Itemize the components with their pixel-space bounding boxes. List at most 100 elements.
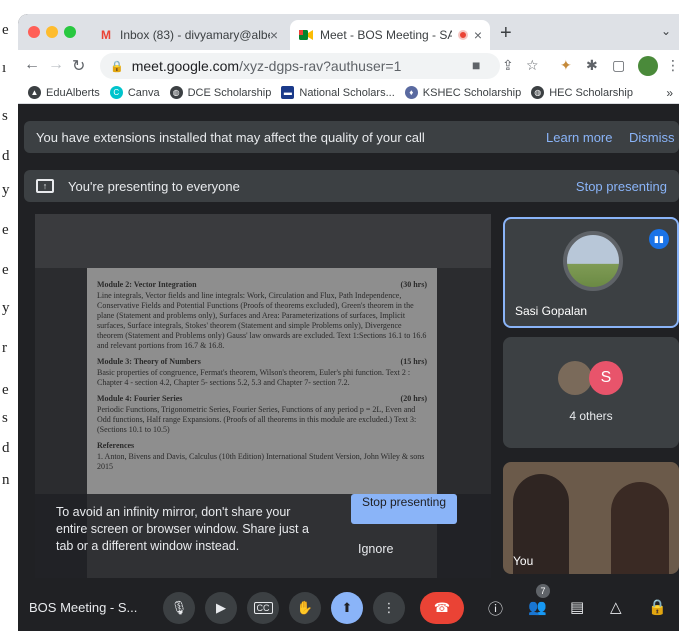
bookmark-label: HEC Scholarship (549, 86, 633, 99)
meeting-details-icon[interactable]: ⓘ (488, 598, 503, 619)
browser-window: M Inbox (83) - divyamary@albert × Meet -… (18, 14, 679, 631)
activities-icon[interactable]: △ (610, 598, 622, 616)
strip-char: d (2, 440, 10, 456)
self-label: You (513, 554, 534, 568)
self-video-tile[interactable]: You (503, 462, 679, 574)
strip-char: y (2, 300, 10, 316)
bookmark-kshec-scholarship[interactable]: ♦ KSHEC Scholarship (404, 86, 522, 99)
close-tab-icon[interactable]: × (474, 27, 482, 43)
gmail-icon: M (101, 28, 111, 42)
background-document-strip: e ı s d y e e y r e s d n (0, 0, 18, 631)
strip-char: e (2, 262, 9, 278)
bookmark-hec-scholarship[interactable]: ◍ HEC Scholarship (531, 86, 633, 99)
captions-button[interactable]: CC (247, 592, 279, 624)
url-host: meet.google.com (131, 58, 240, 74)
strip-char: ı (2, 60, 7, 76)
forward-arrow-icon[interactable]: → (48, 56, 64, 74)
ignore-button[interactable]: Ignore (358, 542, 393, 556)
strip-char: e (2, 382, 9, 398)
national-portal-icon: ▬ (281, 86, 295, 99)
presenting-banner: ↑ You're presenting to everyone Stop pre… (24, 170, 679, 202)
section-heading: Module 3: Theory of Numbers (15 hrs) (97, 357, 427, 367)
globe-icon: ◍ (169, 86, 183, 99)
tab-strip: M Inbox (83) - divyamary@albert × Meet -… (18, 14, 679, 50)
strip-char: s (2, 410, 8, 426)
leave-call-button[interactable]: ☎ (420, 592, 464, 624)
strip-char: y (2, 182, 10, 198)
globe-icon: ◍ (531, 86, 545, 99)
raise-hand-button[interactable]: ✋ (289, 592, 321, 624)
stop-presenting-button[interactable]: Stop presenting (351, 494, 457, 524)
people-count-badge: 7 (536, 584, 550, 598)
back-arrow-icon[interactable]: ← (24, 56, 40, 74)
section-heading: References (97, 441, 427, 451)
tab-title: Inbox (83) - divyamary@albert (120, 28, 270, 42)
bookmark-label: KSHEC Scholarship (422, 86, 522, 99)
strip-char: e (2, 22, 9, 38)
strip-char: s (2, 108, 8, 124)
bookmark-label: National Scholars... (299, 86, 395, 99)
camera-button[interactable]: ▶ (205, 592, 237, 624)
present-screen-icon: ⬆ (341, 600, 353, 615)
heading-text: Module 4: Fourier Series (97, 394, 183, 403)
more-options-button[interactable]: ⋮ (373, 592, 405, 624)
extension-icon[interactable]: ✦ (560, 57, 572, 74)
bookmark-canva[interactable]: C Canva (109, 86, 160, 99)
section-body: Basic properties of congruence, Fermat's… (97, 368, 411, 387)
menu-kebab-icon[interactable]: ⋮ (666, 57, 679, 74)
participant-tile-others[interactable]: S 4 others (503, 337, 679, 448)
learn-more-link[interactable]: Learn more (546, 130, 612, 145)
bookmark-national-scholarship[interactable]: ▬ National Scholars... (281, 86, 395, 99)
infinity-mirror-warning: To avoid an infinity mirror, don't share… (56, 505, 309, 553)
dismiss-button[interactable]: Dismiss (629, 130, 675, 145)
bookmark-star-icon[interactable]: ☆ (526, 57, 539, 74)
address-bar[interactable]: 🔒 meet.google.com/xyz-dgps-rav?authuser=… (100, 53, 500, 79)
camera-in-use-icon[interactable]: ■ (472, 57, 480, 73)
host-controls-lock-icon[interactable]: 🔒 (648, 598, 667, 616)
browser-toolbar: ← → ↻ 🔒 meet.google.com/xyz-dgps-rav?aut… (18, 50, 679, 82)
meeting-name: BOS Meeting - S... (29, 600, 138, 615)
heading-text: Module 2: Vector Integration (97, 280, 197, 289)
avatar (558, 361, 592, 395)
reload-icon[interactable]: ↻ (72, 56, 85, 76)
kshec-icon: ♦ (404, 86, 418, 99)
participant-name: Sasi Gopalan (515, 304, 588, 318)
extensions-puzzle-icon[interactable]: ✱ (586, 57, 598, 74)
speaking-indicator-icon: ▮▮ (649, 229, 669, 249)
participant-tile-sasi[interactable]: ▮▮ Sasi Gopalan (503, 217, 679, 328)
extensions-warning-text: You have extensions installed that may a… (36, 129, 425, 145)
more-vertical-icon: ⋮ (382, 600, 396, 615)
bookmark-dce-scholarship[interactable]: ◍ DCE Scholarship (169, 86, 272, 99)
chat-icon[interactable]: ▤ (570, 598, 584, 616)
graduation-cap-icon: ▲ (28, 86, 41, 99)
profile-avatar[interactable] (638, 56, 658, 76)
tab-search-button[interactable]: ⌄ (661, 24, 671, 38)
avatar: S (589, 361, 623, 395)
microphone-button[interactable]: 🎙 (163, 592, 195, 624)
more-bookmarks-chevron-icon[interactable]: » (666, 86, 673, 100)
present-now-button[interactable]: ⬆ (331, 592, 363, 624)
zoom-window-button[interactable] (64, 26, 76, 38)
section-heading: Module 2: Vector Integration (30 hrs) (97, 280, 427, 290)
strip-char: r (2, 340, 7, 356)
tab-meet[interactable]: Meet - BOS Meeting - SAC × (290, 20, 490, 50)
strip-char: e (2, 222, 9, 238)
minimize-window-button[interactable] (46, 26, 58, 38)
close-tab-icon[interactable]: × (270, 27, 278, 43)
stop-presenting-link[interactable]: Stop presenting (576, 179, 667, 194)
recording-icon (457, 30, 468, 40)
lock-icon: 🔒 (110, 60, 124, 73)
people-icon[interactable]: 👥 (528, 598, 547, 616)
bookmark-label: DCE Scholarship (187, 86, 272, 99)
share-icon[interactable]: ⇪ (502, 57, 514, 74)
bookmarks-bar: ▲ EduAlberts C Canva ◍ DCE Scholarship ▬… (18, 82, 679, 104)
new-tab-button[interactable]: + (500, 22, 512, 45)
video-camera-icon: ▶ (216, 600, 226, 615)
section-body: 1. Anton, Bivens and Davis, Calculus (10… (97, 452, 425, 471)
bookmark-edualberts[interactable]: ▲ EduAlberts (28, 86, 100, 99)
heading-hours: (15 hrs) (400, 357, 427, 366)
tab-gmail[interactable]: M Inbox (83) - divyamary@albert × (90, 20, 286, 50)
extensions-warning-banner: You have extensions installed that may a… (24, 121, 679, 153)
side-panel-icon[interactable]: ▢ (612, 57, 625, 74)
close-window-button[interactable] (28, 26, 40, 38)
